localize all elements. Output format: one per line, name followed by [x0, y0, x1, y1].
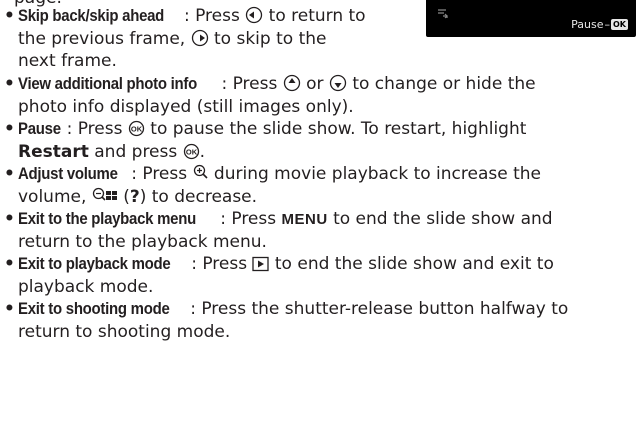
bullet: •	[4, 209, 15, 229]
text: to end the slide show and	[327, 209, 553, 229]
text: : Press	[191, 254, 253, 274]
line: Exit to shooting mode : Press the shutter…	[18, 298, 568, 321]
playback-button-icon	[252, 256, 270, 272]
list-item-exit-playback: • Exit to playback mode : Press to end th…	[2, 253, 634, 298]
line: volume, (?) to decrease.	[18, 186, 257, 209]
line: Pause : Press OK to pause the slide show.…	[18, 118, 526, 141]
ok-button-icon: OK	[611, 19, 628, 30]
bullet: •	[4, 299, 15, 319]
line: Skip back/skip ahead : Press to return to	[18, 5, 366, 28]
list-item-volume: • Adjust volume : Press during movie play…	[2, 163, 634, 208]
item-label: View additional photo info	[18, 74, 198, 93]
item-label: Adjust volume	[18, 164, 118, 183]
item-label: Exit to the playback menu	[18, 209, 196, 228]
text: volume,	[18, 186, 92, 207]
ok-button-icon: OK	[183, 143, 199, 159]
slideshow-preview-screen: Pause – OK	[426, 0, 636, 37]
text: and press	[88, 141, 183, 162]
item-label: Skip back/skip ahead	[18, 6, 165, 25]
text: : Press	[131, 164, 193, 184]
bullet: •	[4, 254, 15, 274]
list-item-exit-shooting: • Exit to shooting mode : Press the shutt…	[2, 298, 634, 343]
line: next frame.	[18, 51, 117, 71]
zoom-out-thumbnail-icon	[92, 187, 117, 201]
manual-page: page. Pause – OK • Skip back/skip ahead:…	[0, 0, 638, 432]
line: return to the playback menu.	[18, 231, 267, 252]
line: return to shooting mode.	[18, 321, 231, 342]
list-item-pause: • Pause : Press OK to pause the slide sho…	[2, 118, 634, 163]
multi-selector-down-icon	[329, 74, 347, 92]
text: .	[199, 141, 206, 162]
multi-selector-left-icon	[246, 6, 263, 24]
restart-option-label: Restart	[18, 141, 89, 162]
line: View additional photo info : Press or to …	[18, 73, 536, 96]
playback-indicator-icon	[438, 9, 448, 19]
text: ) to decrease.	[139, 186, 258, 207]
text: : Press	[221, 74, 283, 94]
text: to return to	[263, 6, 366, 26]
list-item-exit-menu: • Exit to the playback menu : Press MENU …	[2, 208, 634, 253]
bullet: •	[4, 6, 15, 26]
line: playback mode.	[18, 276, 154, 297]
item-label: Exit to shooting mode	[18, 299, 170, 318]
line: photo info displayed (still images only)…	[18, 96, 354, 117]
text: to pause the slide show. To restart, hig…	[144, 119, 527, 139]
multi-selector-up-icon	[283, 74, 300, 92]
text: the previous frame,	[18, 28, 191, 49]
line: the previous frame, to skip to the	[18, 28, 326, 51]
pause-label: Pause	[571, 18, 604, 31]
zoom-in-icon	[193, 164, 208, 179]
help-icon: ?	[129, 186, 140, 207]
text: or	[300, 74, 329, 94]
item-label: Pause	[18, 119, 61, 138]
multi-selector-right-icon	[191, 29, 208, 46]
bullet: •	[4, 164, 15, 184]
dash-separator: –	[604, 18, 611, 31]
bullet: •	[4, 119, 15, 139]
line: Exit to playback mode : Press to end the …	[18, 253, 554, 276]
text: to change or hide the	[346, 74, 536, 94]
line: Restart and press OK.	[18, 141, 205, 164]
item-label: Exit to playback mode	[18, 254, 171, 273]
bullet: •	[4, 74, 15, 94]
text: during movie playback to increase the	[208, 164, 541, 184]
ok-button-icon: OK	[128, 120, 145, 137]
text: to skip to the	[208, 28, 327, 49]
line: Exit to the playback menu : Press MENU to…	[18, 208, 553, 232]
svg-text:OK: OK	[186, 147, 198, 156]
text: : Press	[220, 209, 282, 229]
line: Adjust volume : Press during movie playba…	[18, 163, 541, 186]
text: : Press the shutter-release button halfw…	[190, 299, 569, 319]
menu-button-label: MENU	[281, 211, 328, 228]
svg-text:OK: OK	[131, 124, 143, 133]
text: (	[117, 186, 130, 207]
text: : Press	[66, 119, 128, 139]
text: to end the slide show and exit to	[269, 254, 554, 274]
list-item-photo-info: • View additional photo info : Press or t…	[2, 73, 634, 118]
text: : Press	[183, 6, 246, 26]
pause-hint: Pause – OK	[571, 18, 628, 31]
list-item-skip: • Skip back/skip ahead : Press to return …	[2, 5, 422, 75]
